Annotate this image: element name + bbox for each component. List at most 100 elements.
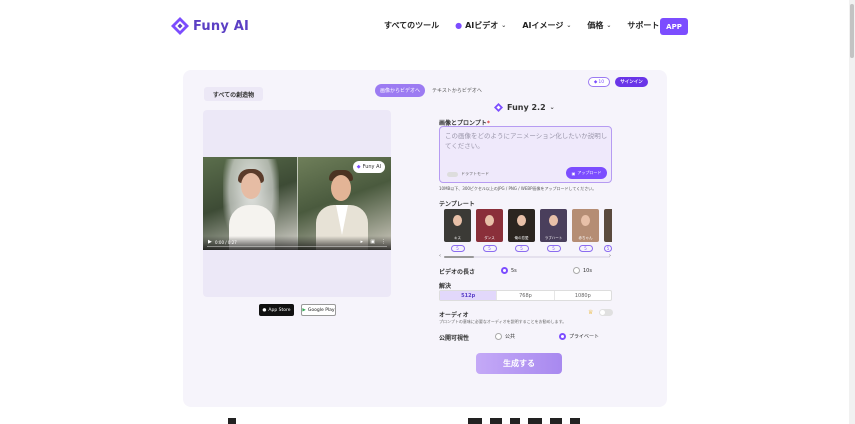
- resolution-512p[interactable]: 512p: [440, 291, 498, 300]
- fire-icon: ●: [455, 21, 463, 30]
- template-count: 5: [450, 245, 465, 252]
- mode-text-to-video[interactable]: テキストからビデオへ: [429, 84, 485, 97]
- video-watermark-badge: ◆ Funy AI: [352, 161, 385, 173]
- funy-logo-icon: [171, 17, 189, 35]
- audio-description: プロンプトの意味に必要なオーディオを説明することをお勧めします。: [439, 319, 567, 324]
- template-thumbnail: 赤ちゃん: [572, 209, 599, 242]
- upload-label: アップロード: [577, 170, 602, 175]
- resolution-1080p[interactable]: 1080p: [555, 291, 611, 300]
- template-item[interactable]: ダンス 5: [476, 209, 503, 252]
- nav-ai-video[interactable]: ● AIビデオ ⌄: [455, 20, 506, 31]
- fullscreen-icon[interactable]: ▣: [370, 239, 375, 245]
- templates-label: テンプレート: [439, 201, 475, 208]
- mode-switch: 画像からビデオへ テキストからビデオへ: [375, 84, 485, 97]
- main-nav: すべてのツール ● AIビデオ ⌄ AIイメージ ⌄ 価格 ⌄ サポート ⌄: [384, 20, 667, 31]
- audio-label: オーディオ: [439, 312, 469, 319]
- video-progress[interactable]: [207, 246, 387, 247]
- prompt-placeholder: この画像をどのようにアニメーション化したいか説明してください。: [445, 132, 608, 150]
- model-name: Funy 2.2: [507, 103, 546, 112]
- prompt-input[interactable]: この画像をどのようにアニメーション化したいか説明してください。 ドラフトモード …: [439, 126, 612, 183]
- signin-button[interactable]: サインイン: [615, 77, 648, 87]
- template-thumbnail: 俺の恋愛: [508, 209, 535, 242]
- template-face: [517, 215, 526, 226]
- nav-ai-image[interactable]: AIイメージ ⌄: [522, 20, 571, 31]
- volume-icon[interactable]: ▸: [360, 239, 363, 245]
- duration-label: ビデオの長さ: [439, 269, 476, 276]
- video-controls: ▶ 0:00 / 0:27 ▸ ▣ ⋮: [203, 236, 391, 250]
- template-count: 5: [514, 245, 529, 252]
- template-name: ラブハート: [544, 236, 563, 240]
- template-name: キス: [454, 236, 461, 240]
- chevron-down-icon: ⌄: [549, 104, 555, 111]
- mode-image-to-video[interactable]: 画像からビデオへ: [375, 84, 426, 97]
- nav-all-tools[interactable]: すべてのツール: [384, 20, 439, 31]
- page-scrollbar[interactable]: [849, 0, 855, 424]
- more-options-icon[interactable]: ⋮: [381, 239, 386, 245]
- radio-selected: [559, 333, 566, 340]
- template-item[interactable]: 俺の恋愛 5: [508, 209, 535, 252]
- template-name: 俺の恋愛: [514, 236, 529, 240]
- video-time: 0:00 / 0:27: [215, 240, 237, 245]
- template-name: 赤ちゃん: [578, 236, 593, 240]
- audio-toggle[interactable]: [599, 309, 613, 316]
- duration-option-5s[interactable]: 5s: [501, 267, 517, 274]
- credits-count: 10: [598, 79, 605, 85]
- visibility-public[interactable]: 公共: [495, 333, 515, 340]
- model-select[interactable]: Funy 2.2 ⌄: [494, 103, 555, 112]
- nav-support-label: サポート: [627, 21, 660, 30]
- app-store-button[interactable]: ● App Store: [259, 304, 294, 316]
- template-item[interactable]: ラブハート 5: [540, 209, 567, 252]
- template-count: 5: [604, 245, 612, 252]
- diamond-icon: ◆: [593, 79, 598, 85]
- generate-button[interactable]: 生成する: [476, 353, 562, 374]
- chevron-left-icon[interactable]: ‹: [439, 253, 441, 259]
- toggle-knob: [600, 310, 605, 315]
- apple-icon: ●: [262, 307, 267, 313]
- template-item[interactable]: 赤ちゃん 5: [572, 209, 599, 252]
- scrollbar-thumb[interactable]: [850, 4, 854, 58]
- template-thumbnail: [604, 209, 612, 242]
- video-player[interactable]: ◆ Funy AI ▶ 0:00 / 0:27 ▸ ▣ ⋮: [203, 157, 391, 250]
- upload-button[interactable]: ▣ アップロード: [566, 167, 607, 179]
- template-name: ダンス: [484, 236, 495, 240]
- draft-mode-toggle[interactable]: [447, 172, 458, 177]
- template-thumbnail: キス: [444, 209, 471, 242]
- radio-selected: [501, 267, 508, 274]
- template-face: [485, 215, 494, 226]
- resolution-768p[interactable]: 768p: [497, 291, 555, 300]
- play-icon[interactable]: ▶: [208, 239, 212, 245]
- credits-badge[interactable]: ◆ 10: [588, 77, 610, 87]
- nav-pricing[interactable]: 価格 ⌄: [587, 20, 611, 31]
- app-button[interactable]: APP: [660, 18, 688, 35]
- all-creations-tab[interactable]: すべての創造物: [204, 87, 263, 101]
- google-play-button[interactable]: ▶ Google Play: [301, 304, 336, 316]
- chevron-right-icon[interactable]: ›: [609, 253, 611, 259]
- video-badge-label: Funy AI: [362, 164, 381, 170]
- app-store-label: App Store: [268, 307, 291, 313]
- nav-pricing-label: 価格: [587, 21, 604, 30]
- image-icon: ▣: [571, 170, 576, 176]
- radio-unselected: [573, 267, 580, 274]
- google-play-label: Google Play: [307, 307, 335, 313]
- visibility-private[interactable]: プライベート: [559, 333, 599, 340]
- template-count: 5: [482, 245, 497, 252]
- brand-logo[interactable]: Funy AI: [171, 17, 249, 35]
- bride-face: [241, 173, 261, 199]
- brand-name: Funy AI: [193, 18, 250, 34]
- duration-option-10s[interactable]: 10s: [573, 267, 592, 274]
- duration-5s-label: 5s: [511, 267, 517, 274]
- template-item[interactable]: 5: [604, 209, 612, 252]
- visibility-private-label: プライベート: [569, 334, 600, 340]
- visibility-label: 公開可視性: [439, 335, 470, 342]
- funy-logo-icon: ◆: [356, 164, 361, 170]
- draft-mode-label: ドラフトモード: [461, 171, 489, 176]
- template-count: 5: [546, 245, 561, 252]
- resolution-selector: 512p 768p 1080p: [439, 290, 612, 301]
- funy-logo-icon: [494, 103, 503, 112]
- template-list: キス 5 ダンス 5 俺の恋愛 5 ラブハート 5 赤ちゃん 5 5: [444, 209, 612, 252]
- template-item[interactable]: キス 5: [444, 209, 471, 252]
- chevron-down-icon: ⌄: [566, 22, 572, 29]
- play-store-icon: ▶: [302, 307, 306, 313]
- nav-ai-video-label: AIビデオ: [465, 21, 499, 30]
- template-scroll-thumb[interactable]: [444, 256, 474, 258]
